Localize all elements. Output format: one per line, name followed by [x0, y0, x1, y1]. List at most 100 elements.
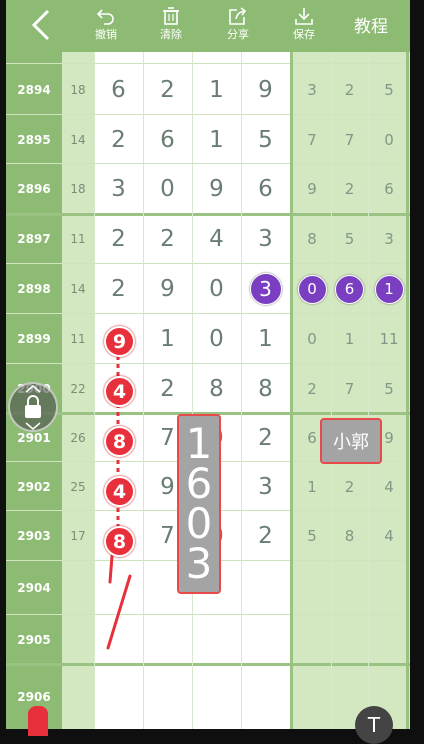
- tail-cell[interactable]: 5: [368, 64, 410, 115]
- digit-cell[interactable]: [192, 615, 241, 664]
- share-button[interactable]: 分享: [216, 0, 260, 52]
- tail-cell[interactable]: 7: [331, 115, 368, 164]
- save-button[interactable]: 保存: [282, 0, 326, 52]
- grid-hline: [6, 213, 410, 216]
- digit-cell[interactable]: 9: [143, 264, 192, 314]
- tail-cell[interactable]: 4: [368, 462, 410, 511]
- digit-cell[interactable]: 3: [241, 264, 290, 314]
- digit-cell[interactable]: 2: [241, 413, 290, 462]
- digit-value: 7: [160, 523, 175, 549]
- digit-cell[interactable]: [241, 615, 290, 664]
- tail-cell[interactable]: [293, 561, 331, 615]
- digit-cell[interactable]: 4: [192, 214, 241, 264]
- digit-cell[interactable]: 8: [192, 364, 241, 413]
- digit-cell[interactable]: 0: [143, 164, 192, 214]
- digit-cell[interactable]: [94, 561, 143, 615]
- digit-cell[interactable]: 1: [192, 115, 241, 164]
- vertical-digit: 0: [185, 499, 213, 548]
- tail-cell[interactable]: 7: [293, 115, 331, 164]
- back-arrow-icon[interactable]: [24, 8, 58, 42]
- tail-cell[interactable]: [293, 664, 331, 729]
- tail-cell[interactable]: 2: [331, 462, 368, 511]
- digit-cell[interactable]: 1: [241, 314, 290, 364]
- digit-cell[interactable]: 1: [192, 64, 241, 115]
- tail-cell[interactable]: 0: [293, 264, 331, 314]
- tail-cell[interactable]: 8: [331, 511, 368, 561]
- tail-cell[interactable]: 2: [331, 64, 368, 115]
- number-grid[interactable]: 2894 18 6 2 1 9 3 2 5 2895 14 2 6 1 5 7 7 0 2896 18 3 0 9 6 9 2 6 2…: [6, 52, 410, 729]
- pen-color-button[interactable]: [28, 706, 48, 736]
- tail-value: 5: [307, 527, 317, 545]
- tail-cell[interactable]: [331, 561, 368, 615]
- undo-icon: [96, 9, 114, 25]
- digit-cell[interactable]: 6: [94, 64, 143, 115]
- digit-cell[interactable]: 3: [241, 214, 290, 264]
- digit-cell[interactable]: 2: [94, 115, 143, 164]
- tail-cell[interactable]: 1: [293, 462, 331, 511]
- tail-cell[interactable]: [368, 561, 410, 615]
- digit-cell[interactable]: 2: [143, 64, 192, 115]
- text-tool-button[interactable]: T: [355, 706, 393, 744]
- digit-cell[interactable]: [241, 561, 290, 615]
- digit-cell[interactable]: [143, 615, 192, 664]
- tail-value: 2: [344, 477, 355, 496]
- tail-cell[interactable]: 3: [368, 214, 410, 264]
- highlight-ball: 1: [374, 274, 404, 304]
- clear-button[interactable]: 清除: [149, 0, 193, 52]
- digit-cell[interactable]: 3: [241, 462, 290, 511]
- tail-cell[interactable]: 11: [368, 314, 410, 364]
- digit-cell[interactable]: 6: [143, 115, 192, 164]
- tail-cell[interactable]: 0: [293, 314, 331, 364]
- undo-button[interactable]: 撤销: [84, 0, 128, 52]
- red-mark-ball: 4: [104, 376, 135, 407]
- tail-cell[interactable]: 9: [293, 164, 331, 214]
- tail-cell[interactable]: 1: [368, 264, 410, 314]
- digit-cell[interactable]: 2: [143, 214, 192, 264]
- tail-cell[interactable]: 6: [331, 264, 368, 314]
- tail-cell[interactable]: 7: [331, 364, 368, 413]
- issue-number: 2897: [6, 214, 62, 264]
- digit-cell[interactable]: 2: [143, 364, 192, 413]
- tail-cell[interactable]: [368, 615, 410, 664]
- digit-cell[interactable]: 9: [241, 64, 290, 115]
- digit-cell[interactable]: 9: [192, 164, 241, 214]
- tail-cell[interactable]: 8: [293, 214, 331, 264]
- tail-value: 6: [307, 428, 317, 447]
- tail-cell[interactable]: 2: [331, 164, 368, 214]
- digit-cell[interactable]: 1: [143, 314, 192, 364]
- tail-cell[interactable]: [331, 615, 368, 664]
- share-label: 分享: [227, 28, 249, 41]
- vertical-number-label[interactable]: 1603: [177, 414, 221, 594]
- digit-cell[interactable]: [94, 664, 143, 729]
- digit-cell[interactable]: [192, 664, 241, 729]
- digit-cell[interactable]: 0: [192, 264, 241, 314]
- tail-cell[interactable]: 5: [331, 214, 368, 264]
- digit-cell[interactable]: 0: [192, 314, 241, 364]
- digit-cell[interactable]: 2: [94, 264, 143, 314]
- digit-cell[interactable]: [94, 615, 143, 664]
- tail-value: 0: [384, 130, 394, 149]
- tail-value: 5: [344, 230, 355, 248]
- tail-cell[interactable]: 4: [368, 511, 410, 561]
- digit-cell[interactable]: 5: [241, 115, 290, 164]
- tail-cell[interactable]: 0: [368, 115, 410, 164]
- digit-cell[interactable]: 3: [94, 164, 143, 214]
- red-mark-ball: 8: [104, 426, 135, 457]
- tail-cell[interactable]: 1: [331, 314, 368, 364]
- digit-cell[interactable]: 2: [241, 511, 290, 561]
- tail-cell[interactable]: 3: [293, 64, 331, 115]
- digit-cell[interactable]: [143, 664, 192, 729]
- tail-cell[interactable]: [293, 615, 331, 664]
- sum-value: [62, 615, 94, 664]
- tail-cell[interactable]: 2: [293, 364, 331, 413]
- digit-cell[interactable]: [241, 664, 290, 729]
- tail-cell[interactable]: 5: [293, 511, 331, 561]
- lock-button[interactable]: [8, 382, 58, 432]
- tail-cell[interactable]: 6: [368, 164, 410, 214]
- name-label[interactable]: 小郭: [320, 418, 382, 464]
- tail-cell[interactable]: 5: [368, 364, 410, 413]
- digit-cell[interactable]: 6: [241, 164, 290, 214]
- digit-cell[interactable]: 8: [241, 364, 290, 413]
- tutorial-button[interactable]: 教程: [354, 12, 388, 37]
- digit-cell[interactable]: 2: [94, 214, 143, 264]
